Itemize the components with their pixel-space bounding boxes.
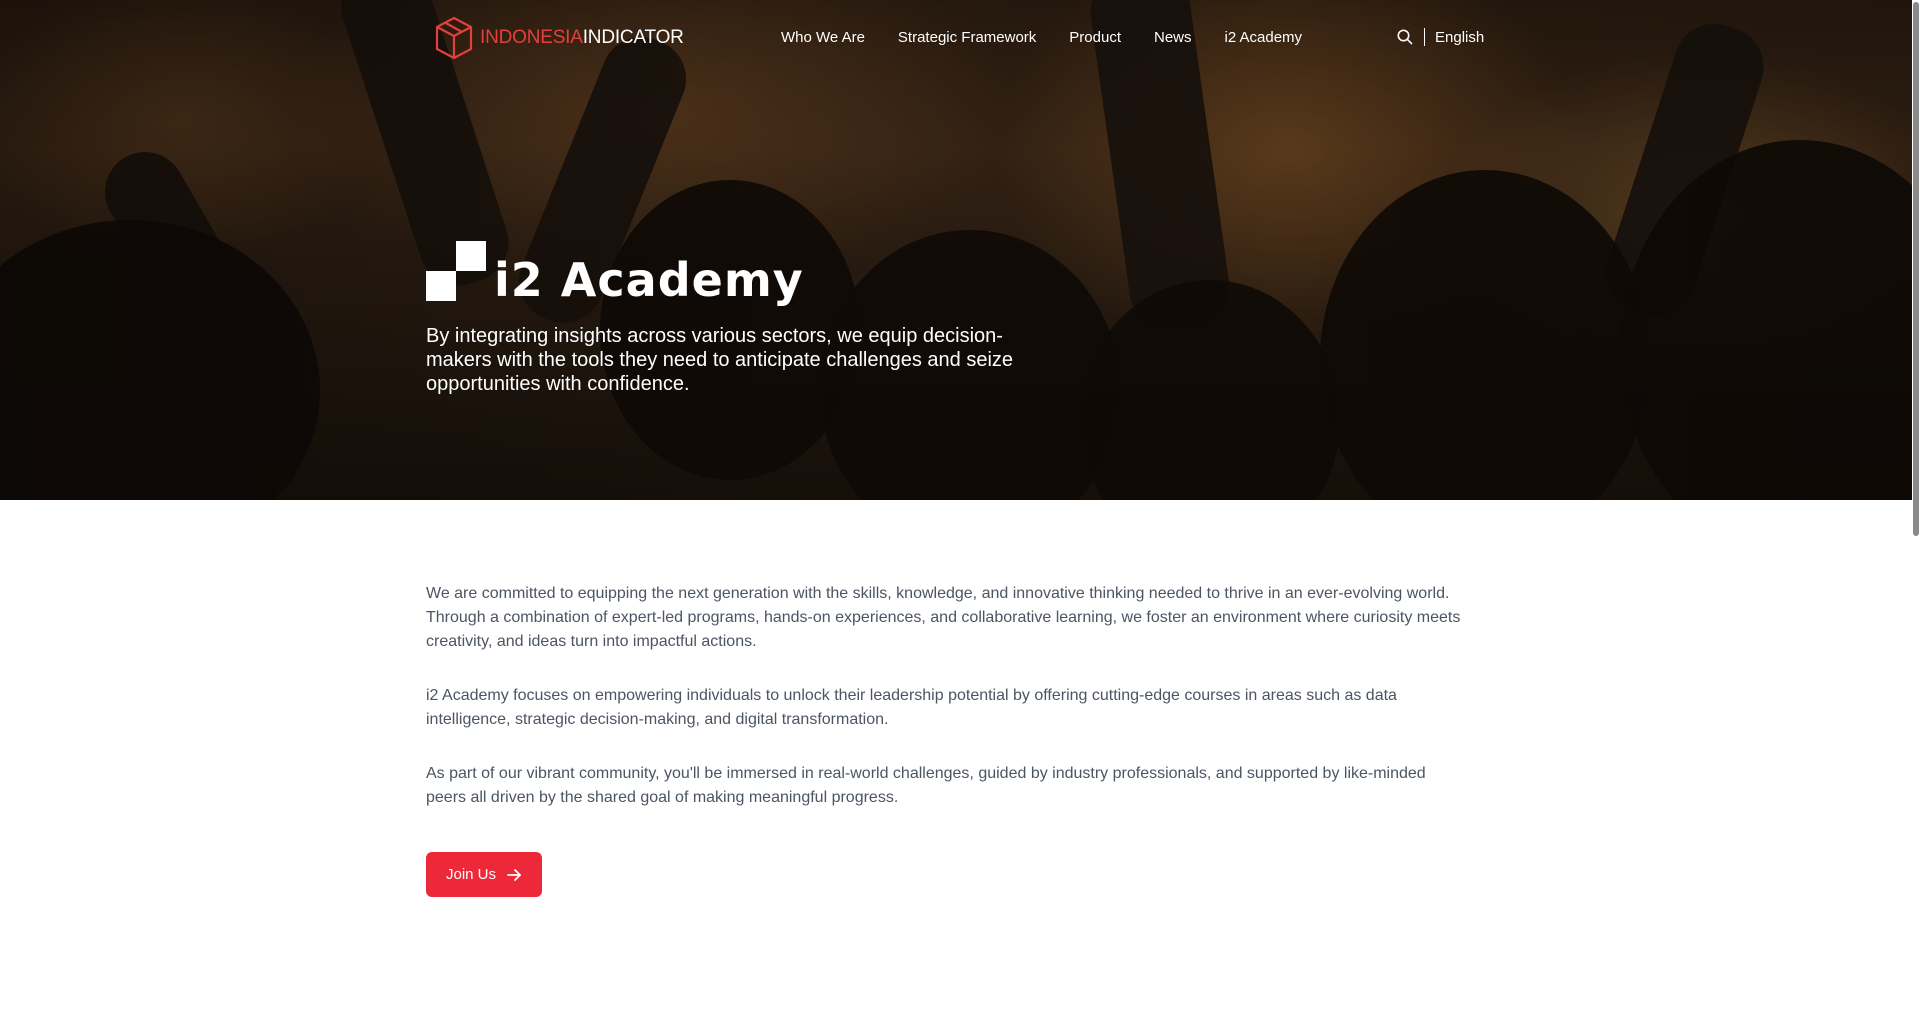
join-us-button[interactable]: Join Us	[426, 852, 543, 897]
page-title: i2 Academy	[494, 253, 804, 307]
main-content: We are committed to equipping the next g…	[426, 582, 1466, 897]
nav-news[interactable]: News	[1154, 29, 1192, 46]
nav-strategic-framework[interactable]: Strategic Framework	[898, 29, 1036, 46]
academy-squares-icon	[426, 241, 486, 301]
focus-paragraph: i2 Academy focuses on empowering individ…	[426, 687, 1397, 728]
join-us-label: Join Us	[446, 866, 497, 883]
cube-logo-icon	[435, 16, 473, 60]
site-logo[interactable]: INDONESIAINDICATOR	[434, 16, 684, 60]
nav-divider	[1424, 28, 1425, 46]
hero-subtitle: By integrating insights across various s…	[426, 325, 1014, 395]
page-scrollbar[interactable]	[1912, 0, 1920, 1028]
nav-tools: English	[1396, 28, 1484, 46]
logo-text-white: INDICATOR	[582, 27, 684, 48]
language-selector[interactable]: English	[1435, 29, 1484, 46]
search-icon[interactable]	[1396, 28, 1414, 46]
community-paragraph: As part of our vibrant community, you'll…	[426, 765, 1426, 806]
logo-wordmark: INDONESIAINDICATOR	[480, 27, 684, 49]
hero-heading: i2 Academy	[426, 241, 804, 305]
top-navbar: INDONESIAINDICATOR Who We Are Strategic …	[0, 0, 1920, 78]
scrollbar-thumb[interactable]	[1913, 2, 1919, 536]
main-menu: Who We Are Strategic Framework Product N…	[781, 29, 1302, 46]
arrow-right-icon	[507, 868, 521, 881]
nav-i2-academy[interactable]: i2 Academy	[1225, 29, 1303, 46]
nav-who-we-are[interactable]: Who We Are	[781, 29, 865, 46]
nav-product[interactable]: Product	[1069, 29, 1121, 46]
intro-paragraph: We are committed to equipping the next g…	[426, 585, 1461, 650]
logo-text-red: INDONESIA	[480, 27, 583, 48]
